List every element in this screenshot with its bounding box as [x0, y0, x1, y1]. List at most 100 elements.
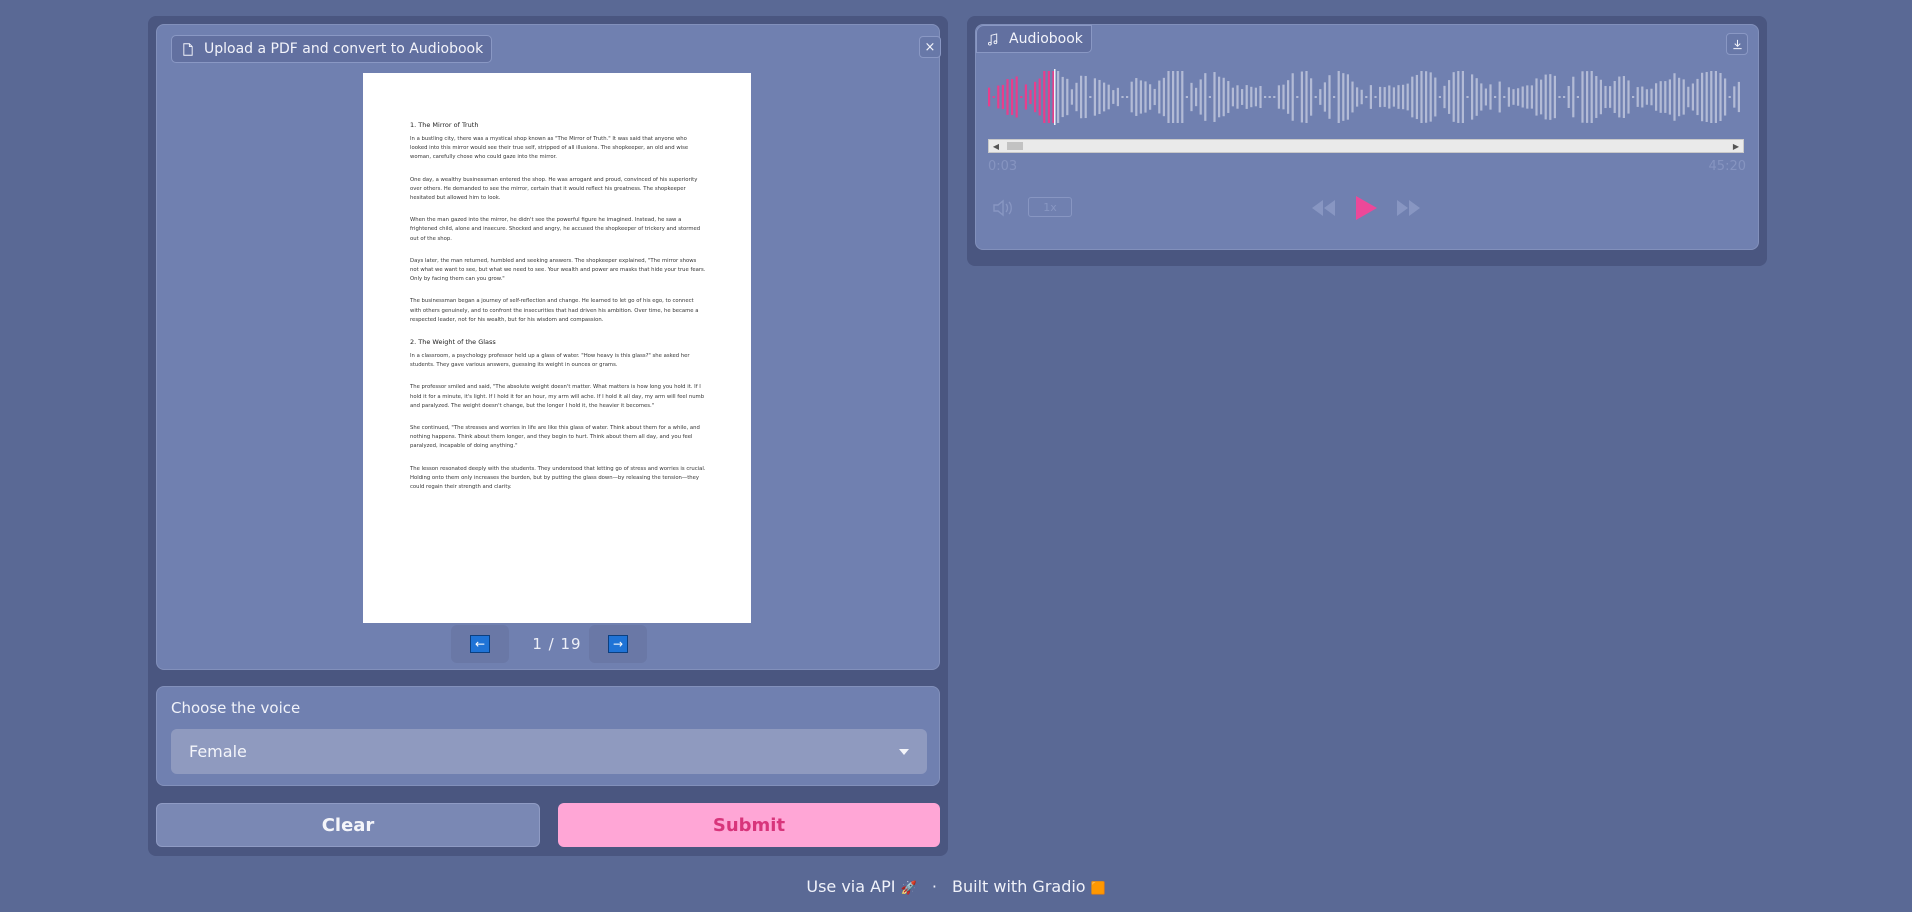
waveform-bar	[1733, 86, 1736, 108]
waveform-bar	[1172, 71, 1175, 123]
waveform-bar	[1480, 83, 1483, 111]
waveform-bar	[1089, 96, 1092, 98]
rewind-icon[interactable]	[1310, 199, 1336, 217]
waveform-bar	[1599, 79, 1602, 115]
waveform-bar	[1553, 75, 1556, 119]
waveform-bar	[1291, 73, 1294, 121]
clear-button[interactable]: Clear	[156, 803, 540, 847]
submit-button[interactable]: Submit	[558, 803, 940, 847]
close-icon[interactable]: ×	[919, 36, 941, 58]
waveform-bar	[1664, 81, 1667, 113]
waveform-bar	[1268, 96, 1271, 98]
playback-speed-button[interactable]: 1x	[1028, 197, 1072, 217]
waveform-bar	[1586, 71, 1589, 123]
waveform-scrollbar[interactable]: ◀ ▶	[988, 139, 1744, 153]
waveform-bar	[1001, 84, 1004, 110]
waveform-bar	[1130, 81, 1133, 113]
waveform-bar	[1181, 71, 1184, 123]
waveform-bar	[1323, 82, 1326, 112]
waveform-bar	[1604, 85, 1607, 109]
waveform-bar	[1609, 86, 1612, 108]
waveform-bar	[1406, 83, 1409, 111]
waveform-bar	[1374, 96, 1377, 98]
scroll-right-icon[interactable]: ▶	[1731, 140, 1741, 152]
waveform-bar	[1475, 78, 1478, 116]
footer-separator: ·	[931, 877, 937, 896]
waveform-bar	[1342, 73, 1345, 121]
download-icon[interactable]	[1726, 33, 1748, 55]
waveform-bar	[1034, 81, 1037, 113]
pdf-upload-panel[interactable]: Upload a PDF and convert to Audiobook × …	[156, 24, 941, 670]
waveform-bar	[1011, 79, 1014, 115]
waveform-bar	[1507, 87, 1510, 107]
waveform-bar	[1636, 87, 1639, 107]
waveform-bar	[1006, 79, 1009, 115]
waveform-bar	[1061, 76, 1064, 118]
waveform-bar	[1641, 86, 1644, 108]
waveform-bar	[1544, 74, 1547, 120]
waveform-bar	[1204, 73, 1207, 121]
volume-icon[interactable]	[992, 198, 1016, 218]
waveform-bar	[1070, 89, 1073, 105]
waveform-bar	[1190, 82, 1193, 112]
play-icon[interactable]	[1354, 195, 1378, 221]
waveform-bar	[1494, 96, 1497, 98]
waveform-bar	[1590, 71, 1593, 123]
waveform-bar	[1310, 78, 1313, 116]
playhead-cursor[interactable]	[1054, 69, 1056, 125]
waveform-bar	[1254, 87, 1257, 107]
voice-dropdown[interactable]: Female	[171, 729, 927, 774]
prev-page-button[interactable]: ←	[451, 625, 509, 663]
arrow-right-icon: →	[608, 635, 628, 653]
waveform-bar	[1287, 80, 1290, 114]
audio-waveform[interactable]	[988, 69, 1744, 125]
voice-selected: Female	[189, 742, 247, 761]
pdf-pager: ← 1 / 19 →	[157, 625, 957, 667]
waveform-bar	[1043, 71, 1046, 123]
waveform-bar	[1563, 96, 1566, 98]
waveform-bar	[1567, 86, 1570, 108]
scroll-thumb[interactable]	[1007, 142, 1023, 150]
waveform-bar	[1259, 85, 1262, 109]
waveform-bar	[1126, 96, 1129, 98]
pdf-paragraph: When the man gazed into the mirror, he d…	[410, 217, 701, 242]
upload-label-text: Upload a PDF and convert to Audiobook	[204, 41, 484, 57]
gradio-link[interactable]: Built with Gradio	[952, 877, 1086, 896]
waveform-bar	[1038, 78, 1041, 116]
waveform-bar	[1388, 85, 1391, 109]
waveform-bar	[1273, 96, 1276, 98]
waveform-bar	[1714, 71, 1717, 123]
waveform-bar	[1650, 88, 1653, 106]
waveform-bar	[1328, 75, 1331, 119]
waveform-bar	[1420, 71, 1423, 123]
pdf-paragraph: The professor smiled and said, "The abso…	[410, 384, 705, 409]
waveform-bar	[1319, 89, 1322, 105]
pdf-paragraph: She continued, "The stresses and worries…	[410, 425, 700, 450]
waveform-bar	[1512, 89, 1515, 105]
waveform-bar	[1282, 84, 1285, 110]
waveform-bar	[1337, 71, 1340, 123]
pdf-paragraph: One day, a wealthy businessman entered t…	[410, 176, 698, 202]
playback-controls: 1x	[988, 195, 1744, 225]
waveform-bar	[1167, 71, 1170, 123]
fast-forward-icon[interactable]	[1396, 199, 1422, 217]
api-link[interactable]: Use via API	[806, 877, 895, 896]
waveform-bar	[1645, 89, 1648, 105]
waveform-bar	[1066, 78, 1069, 116]
waveform-bar	[1158, 80, 1161, 114]
waveform-bar	[1466, 96, 1469, 98]
next-page-button[interactable]: →	[589, 625, 647, 663]
waveform-bar	[1434, 77, 1437, 117]
gradio-logo-icon: 🟧	[1090, 881, 1106, 895]
waveform-bar	[1236, 85, 1239, 109]
waveform-bar	[1549, 74, 1552, 120]
waveform-bar	[1075, 82, 1078, 112]
waveform-bar	[1701, 72, 1704, 122]
current-time: 0:03	[988, 159, 1018, 174]
waveform-bar	[1107, 84, 1110, 110]
output-column: Audiobook ◀ ▶ 0:03 45:20 1x	[967, 16, 1767, 266]
waveform-bar	[1622, 76, 1625, 118]
waveform-bar	[1728, 96, 1731, 98]
waveform-bar	[1277, 85, 1280, 109]
scroll-left-icon[interactable]: ◀	[991, 140, 1001, 152]
